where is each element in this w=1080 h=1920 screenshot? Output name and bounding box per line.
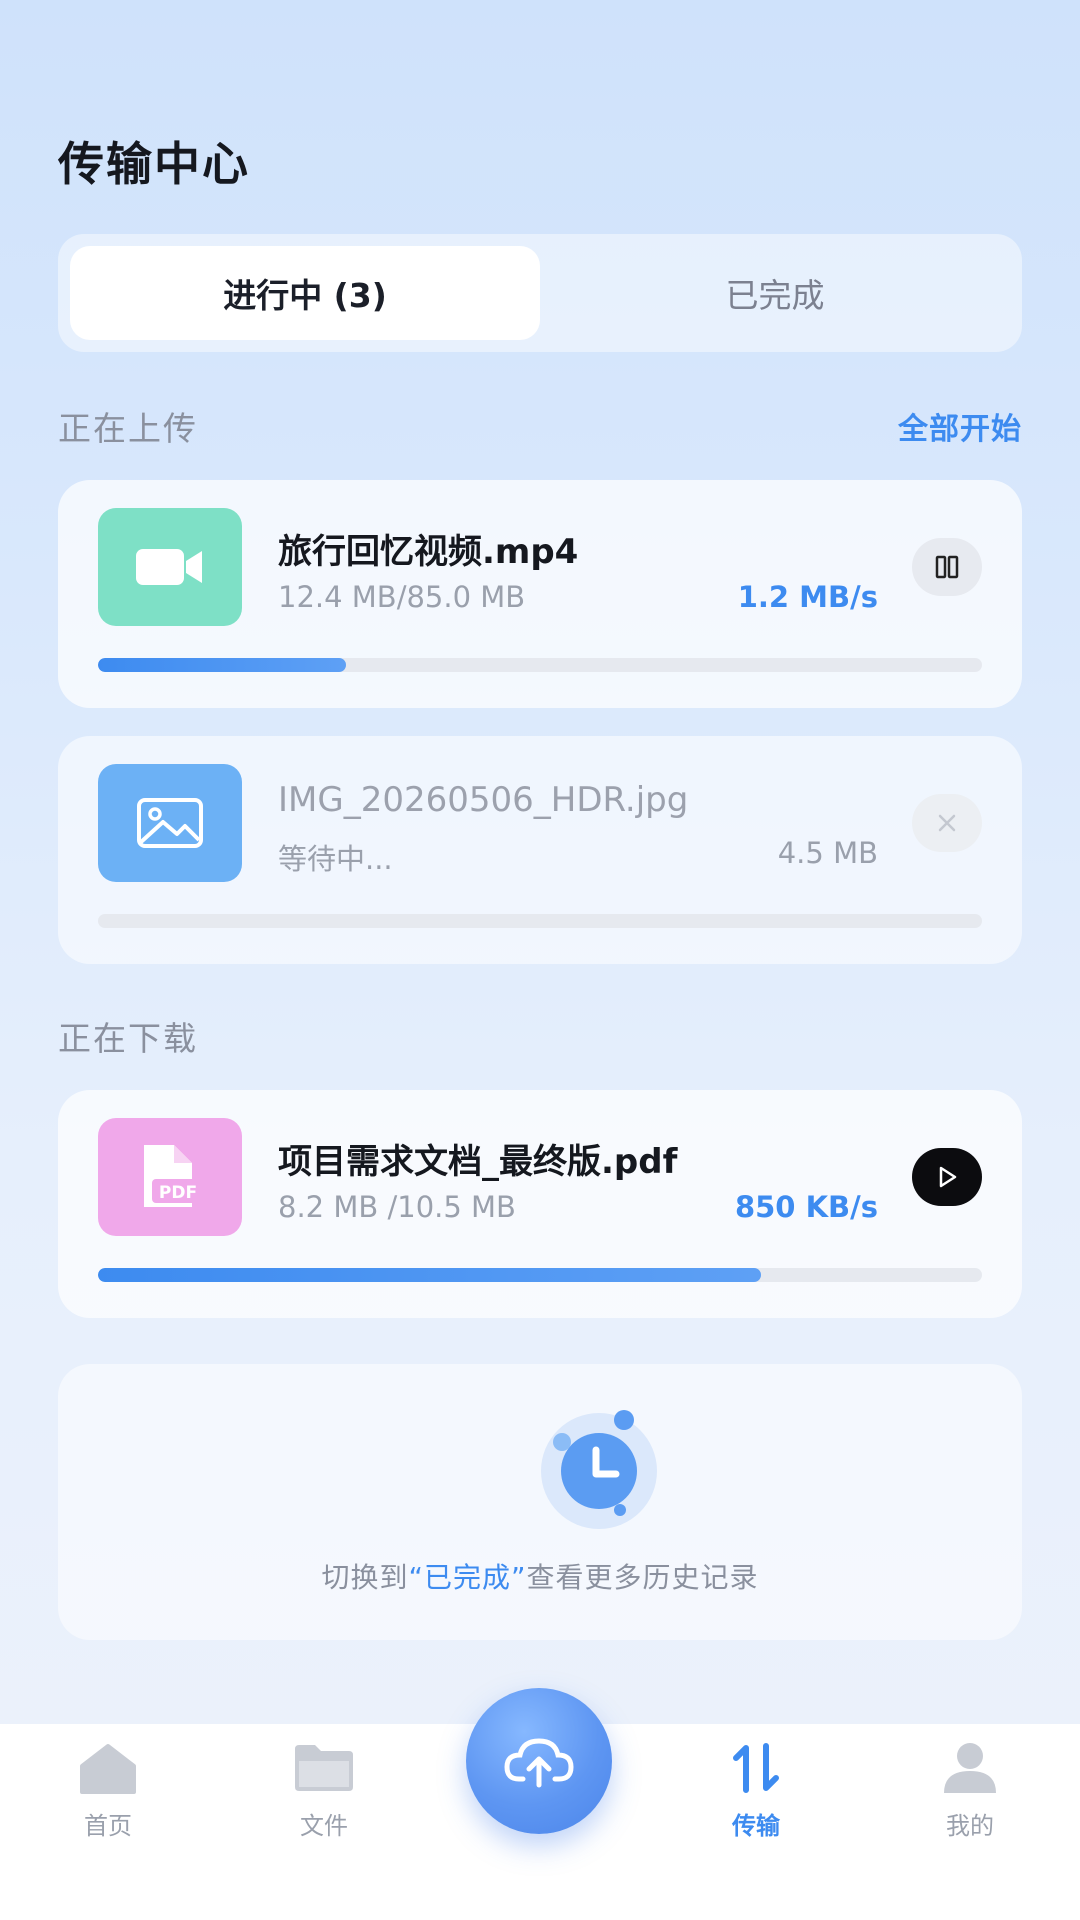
file-status: 等待中... bbox=[278, 842, 393, 876]
user-icon bbox=[944, 1743, 996, 1793]
download-item[interactable]: PDF 项目需求文档_最终版.pdf 8.2 MB /10.5 MB 850 K… bbox=[58, 1090, 1022, 1318]
history-hint-prefix: 切换到 bbox=[321, 1561, 409, 1594]
tabbar-label: 我的 bbox=[946, 1812, 994, 1840]
history-hint-suffix: 查看更多历史记录 bbox=[526, 1561, 759, 1594]
folder-icon bbox=[295, 1745, 353, 1791]
upload-item[interactable]: 旅行回忆视频.mp4 12.4 MB/85.0 MB 1.2 MB/s bbox=[58, 480, 1022, 708]
progress-bar bbox=[98, 914, 982, 928]
video-icon bbox=[136, 549, 202, 585]
image-thumb bbox=[98, 764, 242, 882]
tab-completed[interactable]: 已完成 bbox=[540, 246, 1010, 340]
image-icon bbox=[137, 798, 203, 848]
progress-fill bbox=[98, 658, 346, 672]
tabbar-item-home[interactable]: 首页 bbox=[38, 1740, 178, 1860]
tabbar-label: 首页 bbox=[84, 1812, 132, 1840]
file-size: 8.2 MB /10.5 MB bbox=[278, 1190, 516, 1224]
start-all-button[interactable]: 全部开始 bbox=[898, 404, 1022, 448]
pdf-label: PDF bbox=[159, 1183, 197, 1203]
file-name: 项目需求文档_最终版.pdf bbox=[278, 1142, 678, 1182]
transfer-icon bbox=[733, 1743, 779, 1793]
transfer-speed: 1.2 MB/s bbox=[737, 580, 878, 614]
transfer-speed: 850 KB/s bbox=[734, 1190, 878, 1224]
history-completed-link[interactable]: “已完成” bbox=[408, 1561, 526, 1594]
cloud-upload-icon bbox=[504, 1738, 574, 1788]
download-section-title: 正在下载 bbox=[58, 1019, 198, 1058]
upload-fab-button[interactable] bbox=[466, 1688, 612, 1834]
upload-section-header: 正在上传 全部开始 bbox=[58, 402, 1022, 450]
tabbar-item-files[interactable]: 文件 bbox=[254, 1740, 394, 1860]
cancel-button[interactable] bbox=[912, 794, 982, 852]
progress-fill bbox=[98, 1268, 761, 1282]
pdf-icon: PDF bbox=[144, 1145, 204, 1207]
pdf-thumb: PDF bbox=[98, 1118, 242, 1236]
upload-item[interactable]: IMG_20260506_HDR.jpg 等待中... 4.5 MB bbox=[58, 736, 1022, 964]
file-size: 12.4 MB/85.0 MB bbox=[278, 580, 526, 614]
play-icon bbox=[939, 1166, 957, 1188]
tabbar-label: 传输 bbox=[732, 1812, 780, 1840]
progress-bar bbox=[98, 1268, 982, 1282]
tabbar-item-transfer[interactable]: 传输 bbox=[686, 1740, 826, 1860]
home-icon bbox=[80, 1744, 136, 1794]
file-size: 4.5 MB bbox=[777, 836, 878, 870]
progress-bar bbox=[98, 658, 982, 672]
history-card[interactable]: 切换到“已完成”查看更多历史记录 bbox=[58, 1364, 1022, 1640]
download-section-header: 正在下载 bbox=[58, 1012, 1022, 1060]
upload-section-title: 正在上传 bbox=[58, 409, 198, 448]
tab-in-progress[interactable]: 进行中 (3) bbox=[70, 246, 540, 340]
resume-button[interactable] bbox=[912, 1148, 982, 1206]
transfer-tabs: 进行中 (3) 已完成 bbox=[58, 234, 1022, 352]
close-icon bbox=[938, 814, 956, 832]
tabbar-label: 文件 bbox=[300, 1812, 348, 1840]
video-thumb bbox=[98, 508, 242, 626]
clock-icon bbox=[541, 1410, 657, 1529]
pause-icon bbox=[935, 555, 959, 579]
pause-button[interactable] bbox=[912, 538, 982, 596]
file-name: 旅行回忆视频.mp4 bbox=[278, 532, 579, 572]
page-title: 传输中心 bbox=[58, 137, 250, 191]
tabbar-item-profile[interactable]: 我的 bbox=[900, 1740, 1040, 1860]
file-name: IMG_20260506_HDR.jpg bbox=[278, 780, 689, 820]
history-hint: 切换到“已完成”查看更多历史记录 bbox=[58, 1556, 1022, 1596]
